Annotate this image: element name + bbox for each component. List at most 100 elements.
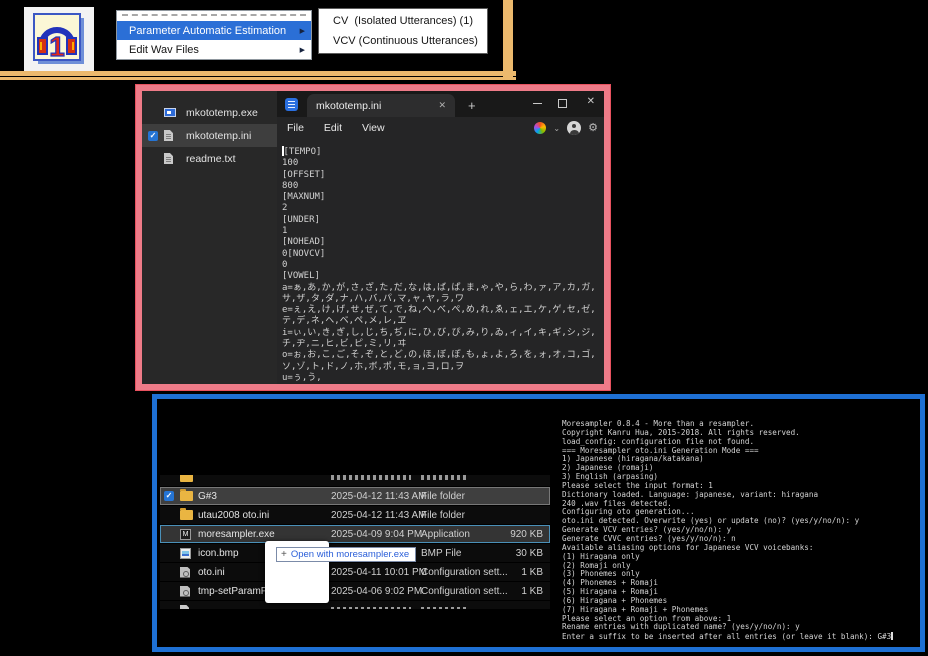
copilot-icon[interactable] xyxy=(534,122,546,134)
document-file-icon xyxy=(180,605,189,610)
moresampler-console[interactable]: Moresampler 0.8.4 - More than a resample… xyxy=(562,420,918,642)
context-submenu: CV (Isolated Utterances) (1)VCV (Continu… xyxy=(318,8,488,54)
file-icon-slot xyxy=(180,510,196,520)
sidebar-file-rows: mkototemp.exe ✓ mkototemp.ini readme.txt xyxy=(142,101,277,170)
editor-line: 1 xyxy=(282,226,600,237)
notepad-app-icon xyxy=(285,98,298,111)
notepad-main: mkototemp.ini ✕ + ✕ FileEditView ⌄ ⚙ [TE… xyxy=(277,91,604,384)
utau-app-tile[interactable]: 1 xyxy=(24,7,94,74)
file-icon-slot xyxy=(180,567,196,578)
file-size: 1 KB xyxy=(521,567,543,578)
text-caret xyxy=(282,146,284,156)
explorer-file-list: ✓G#32025-04-12 11:43 AMFile folderutau20… xyxy=(160,475,550,610)
file-date-modified: 2025-04-09 9:04 PM xyxy=(331,529,422,540)
file-icon-slot xyxy=(180,605,196,610)
file-row-tmp-setparamplugin-ot[interactable]: tmp-setParamPlugin-ot2025-04-06 9:02 PMC… xyxy=(160,582,550,600)
tab-mkototemp-ini[interactable]: mkototemp.ini ✕ xyxy=(307,94,455,117)
folder-icon xyxy=(180,475,193,482)
editor-line: [NOHEAD] xyxy=(282,237,600,248)
editor-line: [VOWEL] xyxy=(282,271,600,282)
clipped-row-top xyxy=(160,475,550,486)
sidebar-file-name: readme.txt xyxy=(186,153,236,165)
checked-checkbox[interactable]: ✓ xyxy=(164,491,174,501)
checked-checkbox[interactable]: ✓ xyxy=(148,131,158,141)
top-frame-horizontal-line xyxy=(0,71,516,80)
file-type: File folder xyxy=(421,491,465,502)
file-row-oto-ini[interactable]: oto.ini2025-04-11 10:01 PMConfiguration … xyxy=(160,563,550,581)
exe-file-icon xyxy=(164,108,176,117)
sidebar-file-2[interactable]: readme.txt xyxy=(142,147,277,170)
context-menu: Parameter Automatic Estimation▶Edit Wav … xyxy=(116,10,312,60)
file-type: Configuration sett... xyxy=(421,567,508,578)
context-submenu-items: CV (Isolated Utterances) (1)VCV (Continu… xyxy=(319,11,487,51)
tab-title: mkototemp.ini xyxy=(316,100,381,112)
notepad-menu-items: FileEditView xyxy=(277,122,395,134)
file-icon-slot xyxy=(180,475,196,482)
editor-text-area[interactable]: [TEMPO]100[OFFSET]800[MAXNUM]2[UNDER]1[N… xyxy=(277,139,604,384)
tab-close-icon[interactable]: ✕ xyxy=(438,100,446,111)
clipped-row-bottom xyxy=(160,601,550,609)
account-icon[interactable] xyxy=(567,121,581,135)
config-file-icon xyxy=(180,567,190,578)
chevron-down-icon[interactable]: ⌄ xyxy=(553,124,560,133)
menu-edit[interactable]: Edit xyxy=(314,122,352,134)
menu-item-label: Edit Wav Files xyxy=(129,44,199,56)
file-date-modified: 2025-04-11 10:01 PM xyxy=(331,567,427,578)
partial-file-row[interactable] xyxy=(160,601,550,609)
utau-voicebank-icon: 1 xyxy=(32,12,86,68)
file-row-moresampler-exe[interactable]: Mmoresampler.exe2025-04-09 9:04 PMApplic… xyxy=(160,525,550,543)
file-icon-slot xyxy=(180,491,196,501)
screenshot-canvas: 1 Parameter Automatic Estimation▶Edit Wa… xyxy=(0,0,928,656)
file-type: BMP File xyxy=(421,548,461,559)
editor-line: 100 xyxy=(282,158,600,169)
editor-line: o=ぉ,お,こ,ご,そ,ぞ,と,ど,の,ほ,ぼ,ぽ,も,ょ,よ,ろ,を,ォ,オ,… xyxy=(282,350,600,373)
menu-file[interactable]: File xyxy=(277,122,314,134)
menu-item-0[interactable]: Parameter Automatic Estimation▶ xyxy=(117,21,311,40)
gear-icon[interactable]: ⚙ xyxy=(588,123,598,134)
drag-plus-icon: + xyxy=(281,549,287,560)
console-line: Rename entries with duplicated name? (ye… xyxy=(562,623,918,632)
submenu-item-0[interactable]: CV (Isolated Utterances) (1) xyxy=(319,11,487,31)
minimize-icon[interactable] xyxy=(533,103,542,104)
top-frame-vertical-line xyxy=(503,0,513,80)
close-icon[interactable]: ✕ xyxy=(587,96,595,107)
editor-line: i=ぃ,い,き,ぎ,し,じ,ち,ぢ,に,ひ,び,ぴ,み,り,ゐ,ィ,イ,キ,ギ,… xyxy=(282,328,600,351)
partial-file-row[interactable] xyxy=(160,475,550,486)
new-tab-icon[interactable]: + xyxy=(468,98,476,113)
file-size: 1 KB xyxy=(521,586,543,597)
file-type: Application xyxy=(421,529,470,540)
submenu-arrow-icon: ▶ xyxy=(300,46,305,54)
file-row-utau2008-oto-ini[interactable]: utau2008 oto.ini2025-04-12 11:43 AMFile … xyxy=(160,506,550,524)
sidebar-file-name: mkototemp.ini xyxy=(186,130,251,142)
editor-line: u=ぅ,う, xyxy=(282,373,600,384)
file-icon-slot: M xyxy=(180,529,196,540)
file-date-modified: 2025-04-12 11:43 AM xyxy=(331,510,426,521)
submenu-item-1[interactable]: VCV (Continuous Utterances) xyxy=(319,31,487,51)
menu-view[interactable]: View xyxy=(352,122,395,134)
menu-tearoff-handle[interactable] xyxy=(117,14,311,21)
application-icon: M xyxy=(180,529,191,540)
editor-line: [TEMPO] xyxy=(282,146,600,158)
file-row-g-3[interactable]: ✓G#32025-04-12 11:43 AMFile folder xyxy=(160,487,550,505)
sidebar-file-1[interactable]: ✓ mkototemp.ini xyxy=(142,124,277,147)
folder-icon xyxy=(180,510,193,520)
file-date-modified: 2025-04-12 11:43 AM xyxy=(331,491,426,502)
maximize-icon[interactable] xyxy=(558,99,567,108)
editor-line: [MAXNUM] xyxy=(282,192,600,203)
editor-line: a=ぁ,あ,か,が,さ,ざ,た,だ,な,は,ば,ぱ,ま,ゃ,や,ら,わ,ァ,ア,… xyxy=(282,283,600,306)
menu-item-1[interactable]: Edit Wav Files ▶ xyxy=(117,40,311,59)
svg-text:1: 1 xyxy=(49,31,65,62)
file-type: File folder xyxy=(421,510,465,521)
file-name: moresampler.exe xyxy=(198,529,330,540)
file-icon-slot xyxy=(164,130,180,141)
clipped-text-smear xyxy=(421,607,466,609)
notepad-tab-strip: mkototemp.ini ✕ + ✕ xyxy=(277,91,604,117)
file-size: 30 KB xyxy=(516,548,543,559)
file-size: 920 KB xyxy=(510,529,543,540)
editor-line: 0[NOVCV] xyxy=(282,249,600,260)
editor-line: [UNDER] xyxy=(282,215,600,226)
editor-line: e=ぇ,え,け,げ,せ,ぜ,て,で,ね,へ,べ,ぺ,め,れ,ゑ,ェ,エ,ケ,ゲ,… xyxy=(282,305,600,328)
sidebar-file-0[interactable]: mkototemp.exe xyxy=(142,101,277,124)
document-file-icon xyxy=(164,153,173,164)
config-file-icon xyxy=(180,586,190,597)
